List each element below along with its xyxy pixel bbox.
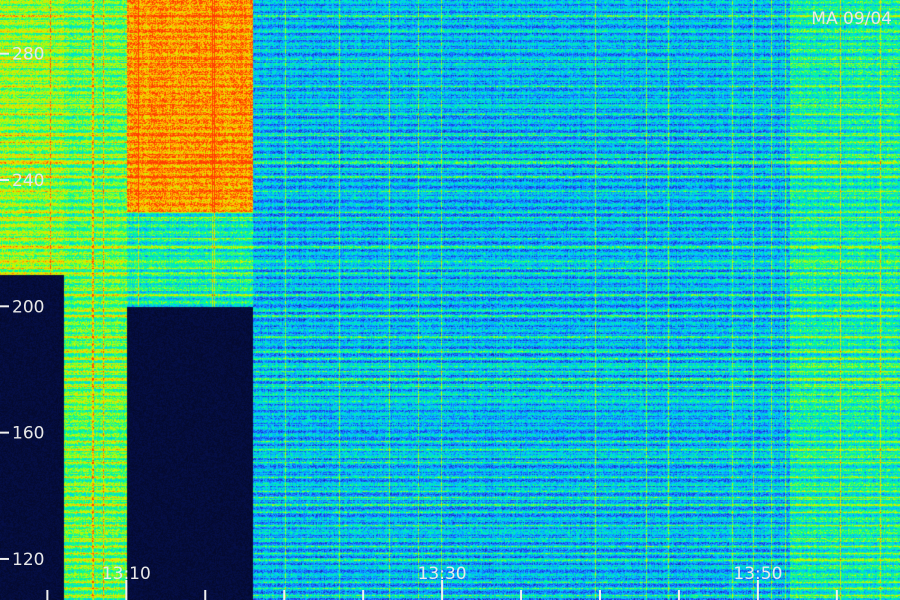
- x-tick-label: 13:30: [418, 564, 467, 584]
- x-axis: 13:10 13:30 13:50: [46, 564, 838, 600]
- y-tick-label: 240: [12, 171, 44, 191]
- y-tick-label: 160: [12, 424, 44, 444]
- y-tick-label: 200: [12, 297, 44, 317]
- y-tick-label: 280: [12, 45, 44, 65]
- y-tick-label: 120: [12, 550, 44, 570]
- x-tick-label: 13:50: [733, 564, 782, 584]
- chart-overlay: MA 09/04 120 160 200 240 280 13:10 13:30 13:50: [0, 9, 892, 600]
- x-tick-label: 13:10: [102, 564, 151, 584]
- y-axis: 120 160 200 240 280: [0, 45, 44, 570]
- chart-title: MA 09/04: [811, 9, 892, 29]
